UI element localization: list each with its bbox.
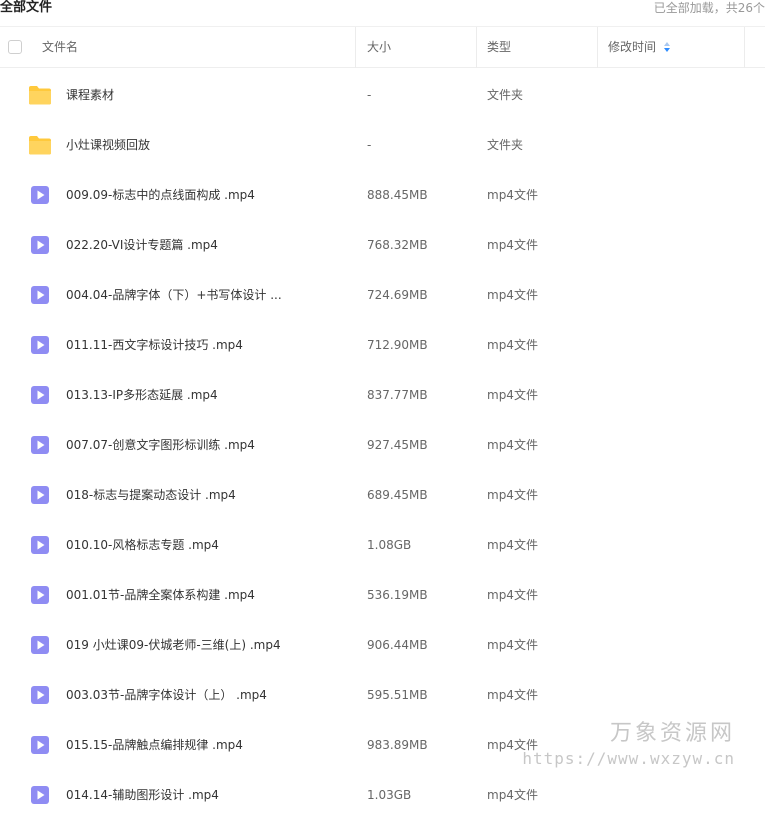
table-row[interactable]: 004.04-品牌字体（下）+书写体设计 ... 724.69MB mp4文件 [0, 270, 765, 320]
file-size: 906.44MB [367, 638, 428, 652]
file-type: mp4文件 [487, 538, 538, 552]
file-size: 1.08GB [367, 538, 412, 552]
file-size: 888.45MB [367, 188, 428, 202]
file-name[interactable]: 009.09-标志中的点线面构成 .mp4 [66, 170, 346, 220]
file-list: 课程素材 - 文件夹 小灶课视频回放 - 文件夹 009.09-标志中的点线面构成 .mp4… [0, 70, 765, 820]
file-size: 1.03GB [367, 788, 412, 802]
file-type: mp4文件 [487, 388, 538, 402]
column-header-size[interactable]: 大小 [367, 27, 391, 68]
column-header-name[interactable]: 文件名 [42, 27, 78, 68]
file-name[interactable]: 014.14-辅助图形设计 .mp4 [66, 770, 346, 820]
video-file-icon [30, 235, 50, 258]
video-file-icon [30, 335, 50, 358]
file-name[interactable]: 013.13-IP多形态延展 .mp4 [66, 370, 346, 420]
table-row[interactable]: 011.11-西文字标设计技巧 .mp4 712.90MB mp4文件 [0, 320, 765, 370]
video-file-icon [30, 635, 50, 658]
file-name[interactable]: 007.07-创意文字图形标训练 .mp4 [66, 420, 346, 470]
table-row[interactable]: 001.01节-品牌全案体系构建 .mp4 536.19MB mp4文件 [0, 570, 765, 620]
file-type: mp4文件 [487, 488, 538, 502]
file-size: - [367, 138, 372, 152]
file-name[interactable]: 010.10-风格标志专题 .mp4 [66, 520, 346, 570]
video-file-icon [30, 185, 50, 208]
file-name[interactable]: 004.04-品牌字体（下）+书写体设计 ... [66, 270, 346, 320]
top-bar: 全部文件 已全部加载，共26个 [0, 0, 765, 24]
sort-icon[interactable] [664, 41, 671, 52]
video-file-icon [30, 735, 50, 758]
file-type: mp4文件 [487, 238, 538, 252]
table-row[interactable]: 课程素材 - 文件夹 [0, 70, 765, 120]
folder-icon [28, 135, 52, 158]
table-row[interactable]: 015.15-品牌触点编排规律 .mp4 983.89MB mp4文件 [0, 720, 765, 770]
video-file-icon [30, 385, 50, 408]
file-name[interactable]: 小灶课视频回放 [66, 120, 346, 170]
table-row[interactable]: 009.09-标志中的点线面构成 .mp4 888.45MB mp4文件 [0, 170, 765, 220]
column-divider [597, 27, 598, 68]
column-divider [744, 27, 745, 68]
column-header-type[interactable]: 类型 [487, 27, 511, 68]
file-size: 768.32MB [367, 238, 428, 252]
folder-icon [28, 85, 52, 108]
file-type: 文件夹 [487, 138, 524, 152]
file-type: mp4文件 [487, 788, 538, 802]
video-file-icon [30, 585, 50, 608]
file-name[interactable]: 003.03节-品牌字体设计（上） .mp4 [66, 670, 346, 720]
file-size: 536.19MB [367, 588, 428, 602]
table-row[interactable]: 018-标志与提案动态设计 .mp4 689.45MB mp4文件 [0, 470, 765, 520]
file-size: 983.89MB [367, 738, 428, 752]
column-header-modified[interactable]: 修改时间 [608, 27, 671, 68]
loaded-status: 已全部加载，共26个 [653, 1, 765, 15]
table-header: 文件名 大小 类型 修改时间 [0, 26, 765, 68]
file-name[interactable]: 课程素材 [66, 70, 346, 120]
file-size: 712.90MB [367, 338, 428, 352]
table-row[interactable]: 010.10-风格标志专题 .mp4 1.08GB mp4文件 [0, 520, 765, 570]
file-type: mp4文件 [487, 188, 538, 202]
file-type: mp4文件 [487, 338, 538, 352]
video-file-icon [30, 435, 50, 458]
file-name[interactable]: 022.20-VI设计专题篇 .mp4 [66, 220, 346, 270]
file-size: - [367, 88, 372, 102]
video-file-icon [30, 685, 50, 708]
file-name[interactable]: 011.11-西文字标设计技巧 .mp4 [66, 320, 346, 370]
column-header-modified-label: 修改时间 [608, 40, 657, 54]
table-row[interactable]: 007.07-创意文字图形标训练 .mp4 927.45MB mp4文件 [0, 420, 765, 470]
file-type: 文件夹 [487, 88, 524, 102]
select-all-checkbox[interactable] [8, 40, 22, 54]
table-row[interactable]: 013.13-IP多形态延展 .mp4 837.77MB mp4文件 [0, 370, 765, 420]
table-row[interactable]: 019 小灶课09-伏城老师-三维(上) .mp4 906.44MB mp4文件 [0, 620, 765, 670]
file-name[interactable]: 015.15-品牌触点编排规律 .mp4 [66, 720, 346, 770]
file-size: 689.45MB [367, 488, 428, 502]
file-size: 595.51MB [367, 688, 428, 702]
table-row[interactable]: 022.20-VI设计专题篇 .mp4 768.32MB mp4文件 [0, 220, 765, 270]
column-divider [355, 27, 356, 68]
file-type: mp4文件 [487, 588, 538, 602]
file-size: 724.69MB [367, 288, 428, 302]
file-size: 927.45MB [367, 438, 428, 452]
file-type: mp4文件 [487, 288, 538, 302]
page-title: 全部文件 [0, 0, 53, 15]
file-name[interactable]: 018-标志与提案动态设计 .mp4 [66, 470, 346, 520]
video-file-icon [30, 485, 50, 508]
file-name[interactable]: 019 小灶课09-伏城老师-三维(上) .mp4 [66, 620, 346, 670]
file-type: mp4文件 [487, 438, 538, 452]
video-file-icon [30, 535, 50, 558]
video-file-icon [30, 785, 50, 808]
file-name[interactable]: 001.01节-品牌全案体系构建 .mp4 [66, 570, 346, 620]
table-row[interactable]: 014.14-辅助图形设计 .mp4 1.03GB mp4文件 [0, 770, 765, 820]
video-file-icon [30, 285, 50, 308]
table-row[interactable]: 003.03节-品牌字体设计（上） .mp4 595.51MB mp4文件 [0, 670, 765, 720]
table-row[interactable]: 小灶课视频回放 - 文件夹 [0, 120, 765, 170]
file-type: mp4文件 [487, 738, 538, 752]
file-type: mp4文件 [487, 638, 538, 652]
file-size: 837.77MB [367, 388, 428, 402]
file-type: mp4文件 [487, 688, 538, 702]
column-divider [476, 27, 477, 68]
